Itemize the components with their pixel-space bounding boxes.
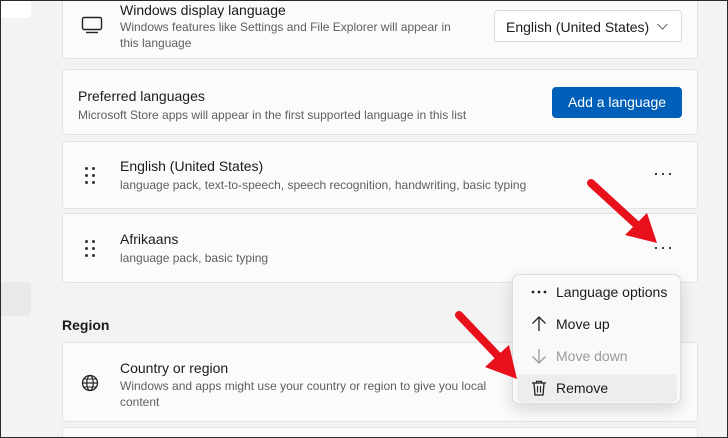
display-language-title: Windows display language	[120, 2, 286, 18]
add-language-button[interactable]: Add a language	[552, 87, 682, 118]
drag-handle-icon[interactable]	[83, 239, 97, 259]
more-icon	[531, 290, 547, 294]
country-region-title: Country or region	[120, 360, 229, 376]
drag-handle-icon[interactable]	[83, 166, 97, 186]
menu-item-move-down: Move down	[517, 342, 677, 370]
trash-icon	[532, 380, 546, 396]
preferred-languages-description: Microsoft Store apps will appear in the …	[78, 108, 467, 122]
display-language-description: Windows features like Settings and File …	[120, 20, 451, 50]
display-language-value: English (United States)	[506, 19, 650, 35]
language-name: Afrikaans	[120, 231, 179, 247]
language-features: language pack, text-to-speech, speech re…	[120, 178, 527, 192]
display-language-card: Windows display language Windows feature…	[62, 1, 698, 59]
nav-item-fragment[interactable]	[1, 1, 31, 18]
menu-item-remove[interactable]: Remove	[517, 374, 677, 402]
next-card-fragment	[62, 427, 698, 437]
display-language-select[interactable]: English (United States)	[494, 10, 682, 42]
menu-item-label: Language options	[556, 284, 668, 300]
annotation-arrow-icon	[455, 311, 517, 379]
language-features: language pack, basic typing	[120, 251, 269, 265]
monitor-icon	[81, 16, 103, 34]
arrow-up-icon	[532, 316, 546, 331]
menu-item-language-options[interactable]: Language options	[517, 278, 677, 306]
annotation-arrow-icon	[587, 179, 657, 243]
region-section-title: Region	[62, 317, 110, 333]
menu-item-label: Move up	[556, 316, 610, 332]
arrow-down-icon	[532, 349, 546, 364]
menu-item-label: Move down	[556, 348, 628, 364]
menu-item-label: Remove	[556, 380, 609, 396]
globe-icon	[81, 374, 99, 392]
country-region-description: Windows and apps might use your country …	[120, 379, 487, 409]
preferred-languages-title: Preferred languages	[78, 88, 205, 104]
menu-item-move-up[interactable]: Move up	[517, 310, 677, 338]
language-context-menu: Language options Move up Move down Remov…	[512, 274, 681, 404]
nav-item-selected-fragment[interactable]	[1, 282, 31, 316]
chevron-down-icon	[657, 19, 668, 30]
preferred-languages-card: Preferred languages Microsoft Store apps…	[62, 69, 698, 135]
settings-window: Windows display language Windows feature…	[0, 0, 728, 438]
language-name: English (United States)	[120, 158, 264, 174]
